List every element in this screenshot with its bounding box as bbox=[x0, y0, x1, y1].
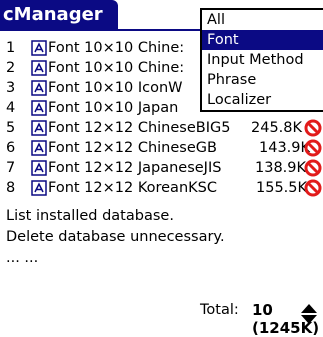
row-index: 7 bbox=[6, 160, 16, 176]
row-index: 5 bbox=[6, 120, 16, 136]
database-name: Font 12×12 ChineseGB bbox=[48, 140, 217, 156]
database-icon bbox=[31, 60, 47, 76]
database-icon bbox=[31, 40, 47, 56]
info-line: List installed database. bbox=[6, 208, 174, 224]
app-title[interactable]: cManager bbox=[0, 0, 118, 30]
dropdown-item-font[interactable]: Font bbox=[202, 30, 323, 50]
row-index: 8 bbox=[6, 180, 16, 196]
database-size: 138.9K bbox=[254, 158, 307, 178]
delete-icon[interactable] bbox=[304, 179, 322, 197]
database-name: Font 10×10 IconW bbox=[48, 80, 183, 96]
database-icon bbox=[31, 180, 47, 196]
database-name: Font 10×10 Chine: bbox=[48, 40, 185, 56]
database-size: 143.9K bbox=[258, 138, 311, 158]
database-name: Font 12×12 KoreanKSC bbox=[48, 180, 217, 196]
database-name: Font 10×10 Chine: bbox=[48, 60, 185, 76]
database-name: Font 12×12 JapaneseJIS bbox=[48, 160, 222, 176]
database-row[interactable]: 6 Font 12×12 ChineseGB 143.9K bbox=[0, 138, 323, 158]
row-index: 6 bbox=[6, 140, 16, 156]
info-text: List installed database. Delete database… bbox=[6, 206, 225, 269]
row-index: 2 bbox=[6, 60, 16, 76]
database-row[interactable]: 8 Font 12×12 KoreanKSC 155.5K bbox=[0, 178, 323, 198]
database-icon bbox=[31, 80, 47, 96]
database-row[interactable]: 5 Font 12×12 ChineseBIG5 245.8K bbox=[0, 118, 323, 138]
row-index: 3 bbox=[6, 80, 16, 96]
info-line: Delete database unnecessary. bbox=[6, 229, 225, 245]
dropdown-item-input-method[interactable]: Input Method bbox=[202, 50, 323, 70]
dropdown-item-all[interactable]: All bbox=[202, 10, 323, 30]
database-name: Font 12×12 ChineseBIG5 bbox=[48, 120, 231, 136]
category-dropdown[interactable]: All Font Input Method Phrase Localizer bbox=[200, 8, 323, 112]
scroll-arrows-icon[interactable] bbox=[300, 303, 318, 325]
database-size: 245.8K bbox=[250, 118, 303, 138]
info-line: ... ... bbox=[6, 250, 39, 266]
row-index: 1 bbox=[6, 40, 16, 56]
database-size: 155.5K bbox=[255, 178, 308, 198]
dropdown-item-phrase[interactable]: Phrase bbox=[202, 70, 323, 90]
database-icon bbox=[31, 140, 47, 156]
delete-icon[interactable] bbox=[304, 139, 322, 157]
dropdown-item-localizer[interactable]: Localizer bbox=[202, 90, 323, 110]
total-label: Total: bbox=[200, 302, 239, 318]
database-name: Font 10×10 Japan bbox=[48, 100, 179, 116]
delete-icon[interactable] bbox=[304, 119, 322, 137]
database-icon bbox=[31, 100, 47, 116]
row-index: 4 bbox=[6, 100, 16, 116]
database-icon bbox=[31, 160, 47, 176]
database-icon bbox=[31, 120, 47, 136]
delete-icon[interactable] bbox=[304, 159, 322, 177]
total-bar: Total: 10 (1245K) bbox=[0, 301, 323, 337]
database-row[interactable]: 7 Font 12×12 JapaneseJIS 138.9K bbox=[0, 158, 323, 178]
